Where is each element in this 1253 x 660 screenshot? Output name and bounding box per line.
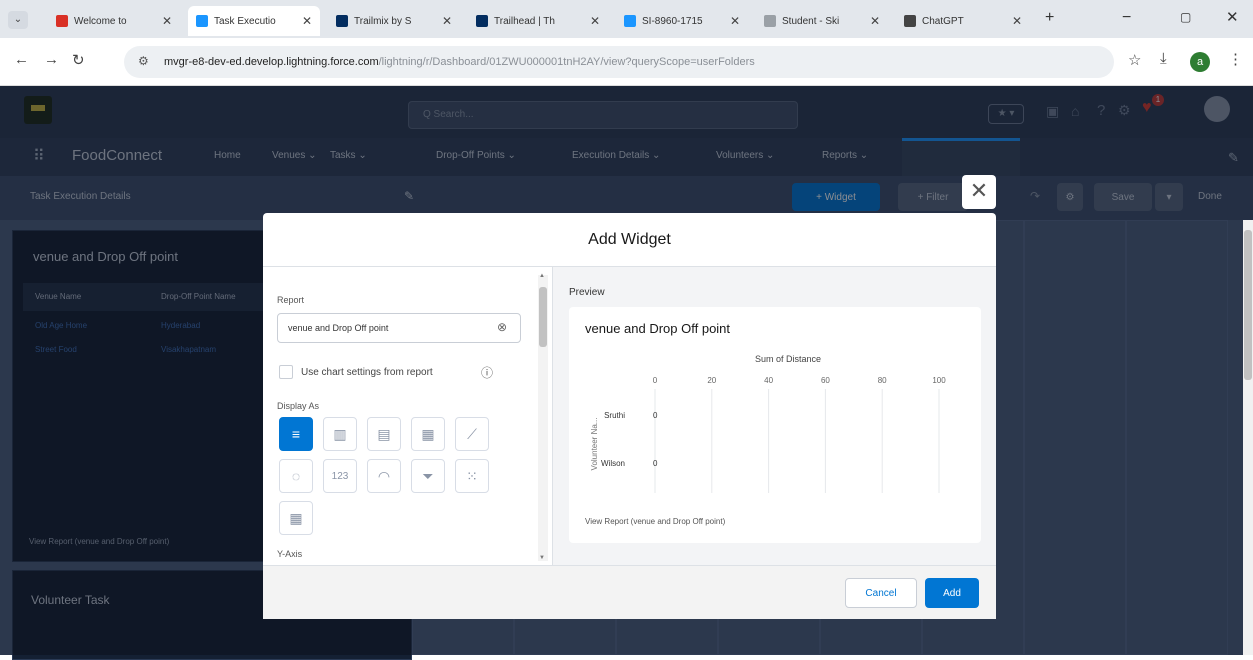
browser-tab-bar: ⌄ Welcome to ✕ Task Executio ✕ Trailmix by S… (0, 0, 1253, 38)
tab-close-icon[interactable]: ✕ (1006, 14, 1022, 28)
url-host: mvgr-e8-dev-ed.develop.lightning.force.c… (164, 56, 379, 68)
x-tick-label: 20 (707, 376, 716, 385)
tab-label: Student - Ski (782, 15, 840, 27)
x-tick-label: 40 (764, 376, 773, 385)
browser-tab[interactable]: Task Executio ✕ (188, 6, 320, 36)
x-tick-label: 80 (878, 376, 887, 385)
preview-chart-title: venue and Drop Off point (585, 321, 731, 336)
modal-header: Add Widget (263, 213, 996, 267)
download-icon[interactable]: ⤓ (1160, 50, 1167, 67)
tab-close-icon[interactable]: ✕ (724, 14, 740, 28)
tab-label: ChatGPT (922, 15, 964, 27)
display-as-label: Display As (277, 401, 320, 411)
report-label: Report (277, 295, 305, 305)
browser-tab[interactable]: Student - Ski ✕ (756, 6, 888, 36)
profile-avatar[interactable]: a (1190, 52, 1210, 72)
use-chart-settings-label: Use chart settings from report (301, 367, 433, 378)
tab-label: Welcome to (74, 15, 127, 27)
config-panel-scrollbar[interactable]: ▲ ▼ (538, 273, 548, 561)
horizontal-bar-icon[interactable]: ≡ (279, 417, 313, 451)
window-close-icon[interactable]: ✕ (1226, 8, 1239, 26)
tab-close-icon[interactable]: ✕ (296, 14, 312, 28)
maximize-icon[interactable]: ▢ (1180, 10, 1191, 24)
preview-view-report-link[interactable]: View Report (venue and Drop Off point) (585, 517, 725, 526)
stacked-vertical-bar-icon[interactable]: ▦ (411, 417, 445, 451)
browser-tab[interactable]: Welcome to ✕ (48, 6, 180, 36)
funnel-icon[interactable]: ⏷ (411, 459, 445, 493)
cancel-button[interactable]: Cancel (845, 578, 917, 608)
modal-title: Add Widget (588, 231, 671, 248)
back-icon[interactable]: ← (14, 51, 29, 68)
x-tick-label: 100 (932, 376, 946, 385)
bar-value-label: 0 (653, 459, 658, 468)
modal-close-icon[interactable]: ✕ (962, 175, 996, 209)
bar-value-label: 0 (653, 411, 658, 420)
forward-icon[interactable]: → (44, 51, 59, 68)
gauge-icon[interactable]: ◠ (367, 459, 401, 493)
x-axis-label: Sum of Distance (755, 354, 822, 364)
report-picker-input[interactable]: venue and Drop Off point (277, 313, 521, 343)
line-chart-icon[interactable]: ⟋ (455, 417, 489, 451)
new-tab-button[interactable]: + (1045, 9, 1054, 27)
add-button[interactable]: Add (925, 578, 979, 608)
metric-icon[interactable]: 123 (323, 459, 357, 493)
y-category-label: Sruthi (604, 411, 625, 420)
page-scrollbar[interactable] (1243, 220, 1253, 655)
preview-label: Preview (569, 287, 605, 298)
browser-tab[interactable]: Trailhead | Th ✕ (468, 6, 608, 36)
tab-label: Task Executio (214, 15, 276, 27)
address-bar-row: ← → ↻ ⚙ mvgr-e8-dev-ed.develop.lightning… (0, 38, 1253, 86)
tab-favicon-icon (476, 15, 488, 27)
tab-favicon-icon (904, 15, 916, 27)
info-icon[interactable]: ⓘ (481, 364, 493, 381)
tab-label: Trailhead | Th (494, 15, 555, 27)
clear-report-icon[interactable]: ⊗ (497, 320, 507, 334)
tab-label: SI-8960-1715 (642, 15, 703, 27)
preview-card: venue and Drop Off point Sum of Distance… (569, 307, 981, 543)
scatter-icon[interactable]: ⁙ (455, 459, 489, 493)
tab-close-icon[interactable]: ✕ (584, 14, 600, 28)
bar-chart: 0 20 40 60 80 100 Volunteer Na... Sruthi 0 Wilson… (590, 376, 946, 493)
y-axis-label: Volunteer Na... (590, 418, 599, 471)
use-chart-settings-checkbox[interactable] (279, 365, 293, 379)
y-category-label: Wilson (601, 459, 625, 468)
tab-favicon-icon (196, 15, 208, 27)
stacked-horizontal-bar-icon[interactable]: ▤ (367, 417, 401, 451)
browser-tab[interactable]: ChatGPT ✕ (896, 6, 1030, 36)
tab-favicon-icon (624, 15, 636, 27)
url-field[interactable]: ⚙ mvgr-e8-dev-ed.develop.lightning.force… (124, 46, 1114, 78)
widget-preview-area: Preview venue and Drop Off point Sum of … (553, 267, 996, 565)
tab-close-icon[interactable]: ✕ (156, 14, 172, 28)
reload-icon[interactable]: ↻ (72, 51, 85, 69)
browser-tab[interactable]: Trailmix by S ✕ (328, 6, 460, 36)
tab-label: Trailmix by S (354, 15, 412, 27)
modal-footer: Cancel Add (263, 565, 996, 619)
x-tick-label: 60 (821, 376, 830, 385)
site-info-icon[interactable]: ⚙ (138, 54, 149, 68)
tab-search-button[interactable]: ⌄ (8, 11, 28, 29)
bookmark-star-icon[interactable]: ☆ (1128, 51, 1141, 69)
widget-config-panel: Report venue and Drop Off point ⊗ Use ch… (263, 267, 553, 565)
minimize-icon[interactable]: − (1122, 9, 1131, 27)
vertical-bar-icon[interactable]: ▥ (323, 417, 357, 451)
add-widget-modal: Add Widget Report venue and Drop Off poi… (263, 213, 996, 619)
x-tick-label: 0 (653, 376, 658, 385)
tab-close-icon[interactable]: ✕ (864, 14, 880, 28)
tab-favicon-icon (764, 15, 776, 27)
tab-favicon-icon (336, 15, 348, 27)
y-axis-label: Y-Axis (277, 549, 303, 559)
tab-close-icon[interactable]: ✕ (436, 14, 452, 28)
browser-tab[interactable]: SI-8960-1715 ✕ (616, 6, 748, 36)
tab-favicon-icon (56, 15, 68, 27)
browser-menu-icon[interactable]: ⋮ (1228, 50, 1243, 68)
url-path: /lightning/r/Dashboard/01ZWU000001tnH2AY… (378, 56, 755, 68)
table-icon[interactable]: ▦ (279, 501, 313, 535)
donut-chart-icon[interactable]: ◌ (279, 459, 313, 493)
